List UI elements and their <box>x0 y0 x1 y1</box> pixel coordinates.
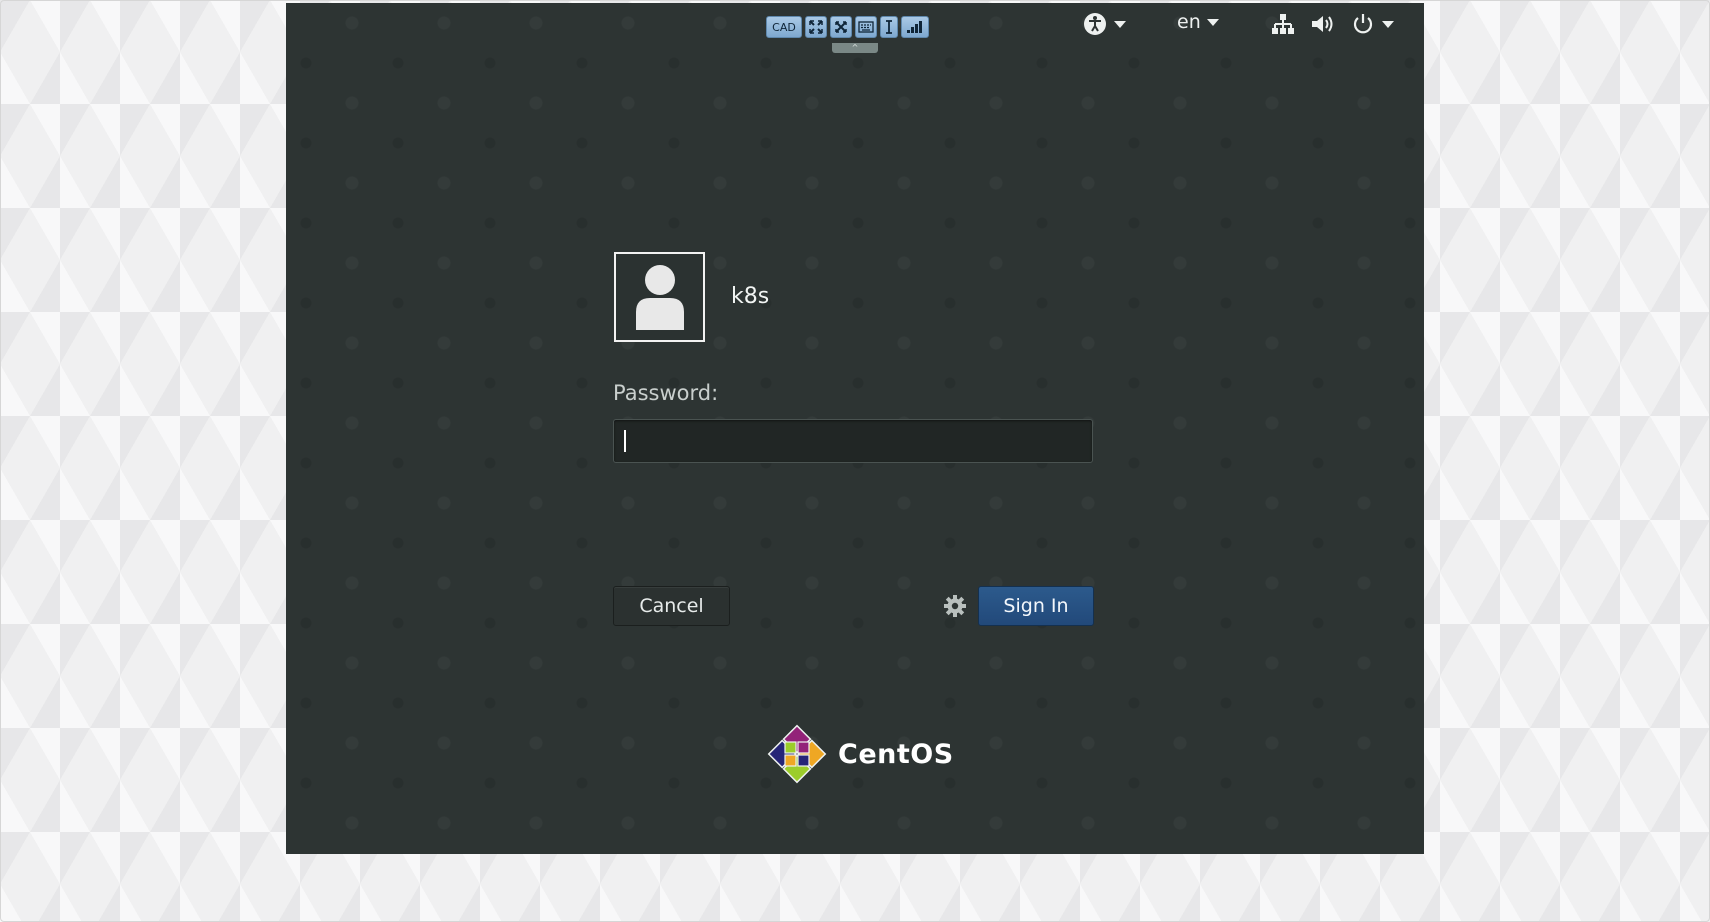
password-label: Password: <box>613 381 719 405</box>
connection-quality-button[interactable] <box>901 16 929 38</box>
ctrl-alt-del-button[interactable]: CAD <box>766 16 802 38</box>
accessibility-icon <box>1082 11 1108 37</box>
power-menu[interactable] <box>1350 11 1394 37</box>
session-settings-button[interactable] <box>943 594 967 618</box>
user-icon <box>635 265 684 330</box>
chevron-down-icon <box>1382 20 1394 28</box>
username-label: k8s <box>731 284 770 309</box>
scale-icon <box>835 21 847 33</box>
text-cursor-button[interactable] <box>880 16 898 38</box>
chevron-down-icon <box>1206 18 1219 26</box>
user-avatar <box>614 252 705 342</box>
keyboard-button[interactable] <box>855 16 877 38</box>
network-icon <box>1270 11 1296 37</box>
power-icon <box>1350 11 1376 37</box>
fullscreen-button[interactable] <box>805 16 827 38</box>
gear-icon <box>944 595 966 617</box>
keyboard-icon <box>858 21 874 33</box>
signal-icon <box>907 21 922 33</box>
system-menu[interactable] <box>1270 11 1394 37</box>
toolbar-collapse-handle[interactable]: ^ <box>832 43 878 53</box>
language-label: en <box>1177 11 1201 33</box>
vm-display[interactable]: CAD ^ en k8s Password: Cancel Sign In Ce… <box>286 3 1424 854</box>
text-cursor-icon <box>886 20 892 34</box>
top-panel: CAD ^ en <box>286 3 1424 53</box>
sign-in-button[interactable]: Sign In <box>978 586 1094 626</box>
text-cursor <box>624 430 626 452</box>
fullscreen-icon <box>809 20 823 34</box>
centos-logo: CentOS <box>766 723 954 785</box>
scale-button[interactable] <box>830 16 852 38</box>
vm-toolbar: CAD <box>766 16 929 38</box>
password-field[interactable] <box>613 419 1093 463</box>
volume-icon <box>1310 11 1336 37</box>
cancel-button[interactable]: Cancel <box>613 586 730 626</box>
language-menu[interactable]: en <box>1177 11 1219 33</box>
accessibility-menu[interactable] <box>1082 11 1126 37</box>
centos-logo-icon <box>767 724 827 784</box>
chevron-down-icon <box>1114 20 1126 28</box>
centos-logo-text: CentOS <box>838 738 954 770</box>
